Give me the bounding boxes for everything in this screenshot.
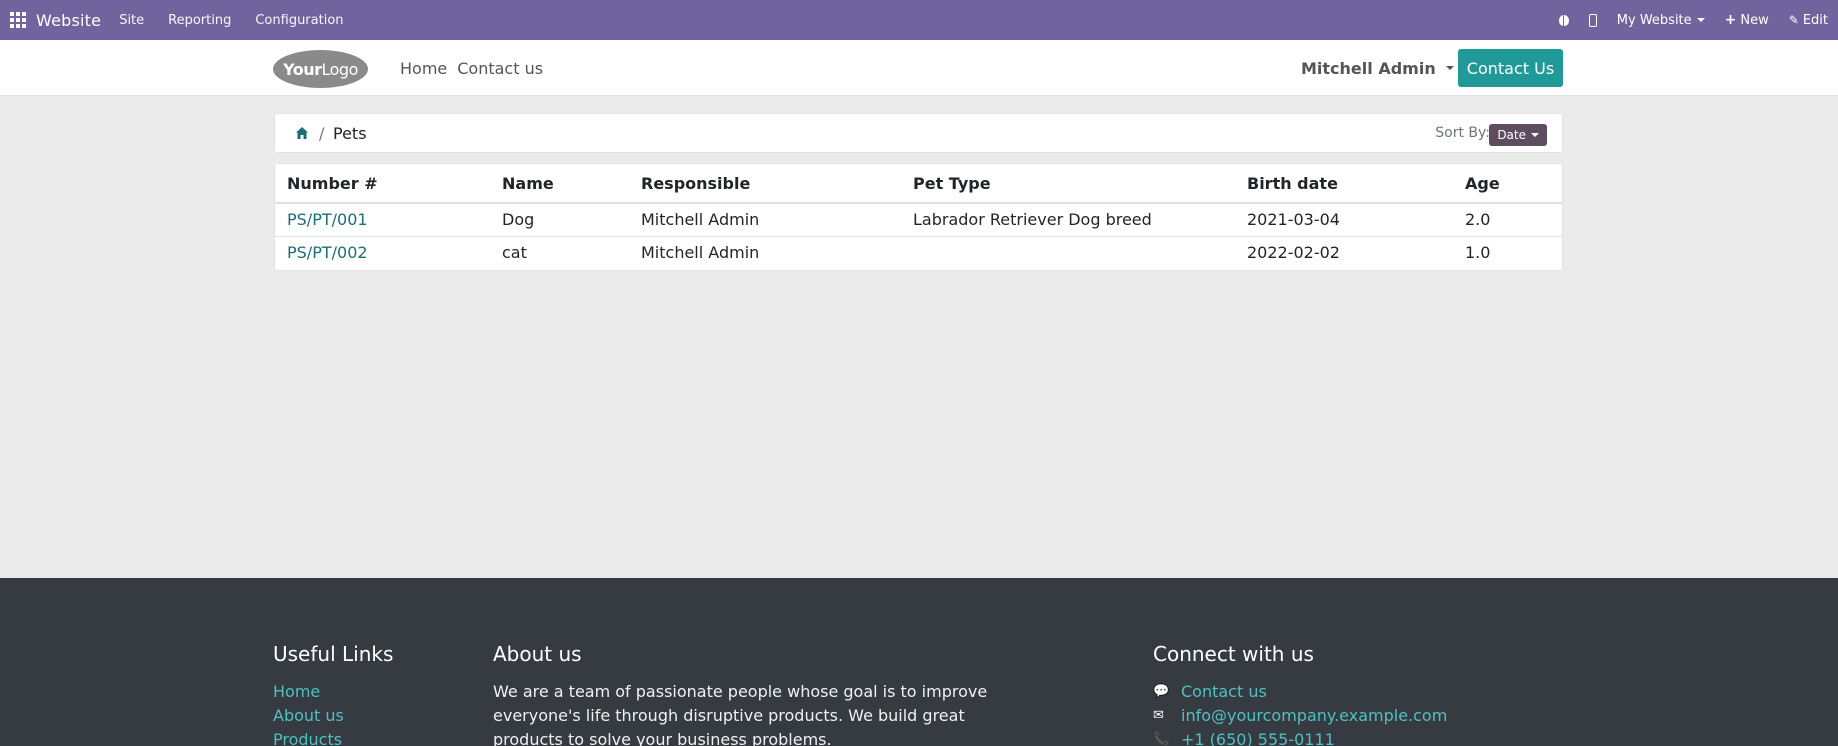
user-name: Mitchell Admin <box>1301 58 1436 78</box>
footer-phone-row[interactable]: 📞 +1 (650) 555-0111 <box>1153 728 1553 746</box>
plus-icon: + <box>1724 12 1737 28</box>
website-selector-label: My Website <box>1616 12 1692 28</box>
about-text: We are a team of passionate people whose… <box>493 682 988 746</box>
pet-name: Dog <box>490 203 629 237</box>
table-header-row: Number # Name Responsible Pet Type Birth… <box>275 164 1562 204</box>
chevron-down-icon <box>1445 66 1454 70</box>
mobile-preview-button[interactable] <box>1588 13 1597 27</box>
col-birth-date: Birth date <box>1235 164 1453 204</box>
new-label: New <box>1740 12 1769 28</box>
pet-responsible: Mitchell Admin <box>641 243 760 263</box>
debug-button[interactable] <box>1558 14 1569 26</box>
pet-name: cat <box>502 243 527 263</box>
footer-connect: Connect with us 💬 Contact us ✉ info@your… <box>1153 642 1553 746</box>
table-row[interactable]: PS/PT/002 cat Mitchell Admin 2022-02-02 … <box>275 236 1562 269</box>
col-responsible: Responsible <box>629 164 901 204</box>
breadcrumb-separator: / <box>319 124 325 143</box>
app-name[interactable]: Website <box>36 11 101 30</box>
pet-number-link[interactable]: PS/PT/001 <box>275 203 490 237</box>
col-age: Age <box>1453 164 1562 204</box>
phone-icon: 📞 <box>1153 732 1170 746</box>
contact-us-button[interactable]: Contact Us <box>1458 49 1563 87</box>
sort-label: Sort By: <box>1435 125 1490 141</box>
footer-phone-link[interactable]: +1 (650) 555-0111 <box>1181 728 1335 746</box>
menu-configuration[interactable]: Configuration <box>255 13 343 28</box>
chevron-down-icon <box>1696 18 1705 22</box>
useful-links-title: Useful Links <box>273 642 394 666</box>
pet-birth-date: 2022-02-02 <box>1247 243 1340 263</box>
apps-grid-icon <box>10 12 26 28</box>
nav-home[interactable]: Home <box>400 59 447 78</box>
menu-site[interactable]: Site <box>119 13 144 28</box>
user-menu[interactable]: Mitchell Admin <box>1301 40 1454 96</box>
connect-title: Connect with us <box>1153 642 1314 666</box>
menu-reporting[interactable]: Reporting <box>168 13 231 28</box>
col-number: Number # <box>275 164 490 204</box>
footer-email-link[interactable]: info@yourcompany.example.com <box>1181 704 1447 728</box>
sort-value: Date <box>1497 128 1526 142</box>
edit-label: Edit <box>1802 12 1828 28</box>
sort-dropdown[interactable]: Date <box>1489 124 1547 146</box>
nav-contact-us[interactable]: Contact us <box>457 59 543 78</box>
envelope-icon: ✉ <box>1153 708 1164 723</box>
footer-useful-links: Useful Links Home About us Products <box>273 642 473 746</box>
col-name: Name <box>490 164 629 204</box>
apps-menu-button[interactable] <box>0 0 36 40</box>
footer-link-products[interactable]: Products <box>273 728 473 746</box>
col-pet-type: Pet Type <box>901 164 1235 204</box>
company-logo[interactable]: Your Logo <box>273 50 368 88</box>
logo-text-logo: Logo <box>321 59 359 79</box>
website-selector[interactable]: My Website <box>1617 13 1705 28</box>
phone-icon <box>1588 13 1597 27</box>
home-icon[interactable] <box>295 126 309 140</box>
pet-age: 2.0 <box>1453 203 1562 237</box>
footer-link-about-us[interactable]: About us <box>273 704 473 728</box>
pet-responsible: Mitchell Admin <box>629 203 901 237</box>
new-button[interactable]: + New <box>1725 12 1769 28</box>
pets-table-card: Number # Name Responsible Pet Type Birth… <box>274 163 1563 271</box>
table-row[interactable]: PS/PT/001 Dog Mitchell Admin Labrador Re… <box>275 203 1562 237</box>
pet-type: Labrador Retriever Dog breed <box>901 203 1235 237</box>
footer-contact-row[interactable]: 💬 Contact us <box>1153 680 1553 704</box>
footer-contact-link[interactable]: Contact us <box>1181 680 1267 704</box>
pets-table: Number # Name Responsible Pet Type Birth… <box>275 164 1562 269</box>
main-nav: Home Contact us <box>400 40 553 96</box>
logo-text-your: Your <box>283 59 322 79</box>
pet-number-link[interactable]: PS/PT/002 <box>275 236 490 269</box>
breadcrumb: / Pets Sort By: Date <box>274 113 1563 153</box>
footer-about: About us We are a team of passionate peo… <box>493 642 1023 746</box>
website-header: Your Logo Home Contact us Mitchell Admin … <box>0 40 1838 96</box>
pencil-icon: ✎ <box>1788 13 1799 27</box>
chevron-down-icon <box>1531 133 1539 137</box>
comment-icon: 💬 <box>1153 684 1170 699</box>
pet-birth-date: 2021-03-04 <box>1235 203 1453 237</box>
footer-email-row[interactable]: ✉ info@yourcompany.example.com <box>1153 704 1553 728</box>
edit-button[interactable]: ✎ Edit <box>1789 13 1828 28</box>
breadcrumb-current: Pets <box>333 124 367 143</box>
site-footer: Useful Links Home About us Products Abou… <box>0 578 1838 746</box>
admin-navbar: Website Site Reporting Configuration My … <box>0 0 1838 40</box>
bug-icon <box>1558 14 1569 26</box>
pet-age: 1.0 <box>1465 243 1491 263</box>
footer-link-home[interactable]: Home <box>273 680 473 704</box>
pet-type <box>901 236 1235 269</box>
about-title: About us <box>493 642 582 666</box>
